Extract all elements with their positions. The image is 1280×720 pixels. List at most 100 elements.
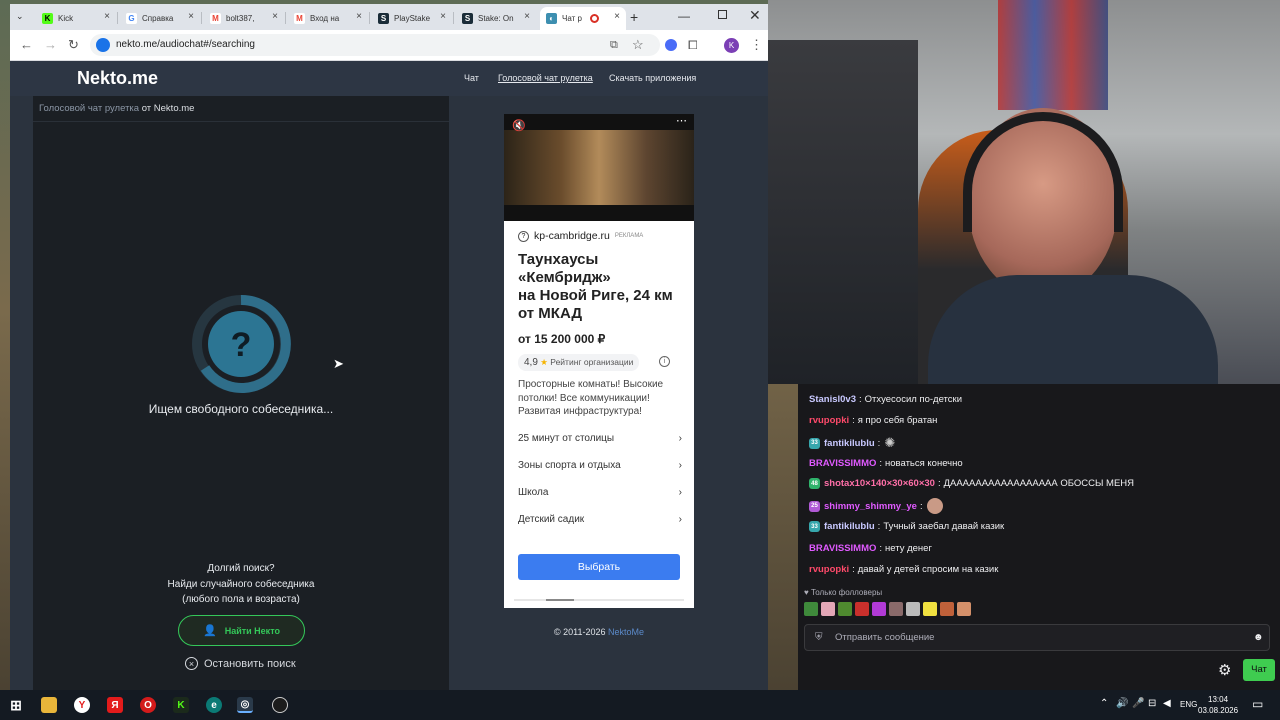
gear-icon[interactable]: ⚙ xyxy=(1218,661,1231,679)
edge-icon[interactable]: e xyxy=(206,697,222,713)
emote-icon[interactable] xyxy=(838,602,852,616)
address-bar[interactable]: nekto.me/audiochat#/searching xyxy=(90,34,660,56)
tab-search-icon[interactable]: ⌄ xyxy=(16,11,24,22)
more-icon[interactable]: ⋯ xyxy=(676,114,687,127)
chat-username[interactable]: fantikilublu xyxy=(824,438,875,449)
extensions-icon[interactable]: ⧠ xyxy=(688,37,698,53)
chat-text: Тучный заебал давай казик xyxy=(883,521,1005,532)
ad-link-row[interactable]: 25 минут от столицы › xyxy=(518,433,682,444)
emote-icon[interactable] xyxy=(889,602,903,616)
tab-nekto[interactable]: ◐ Чат р × xyxy=(540,7,626,30)
find-nekto-button[interactable]: 👤 Найти Некто xyxy=(178,615,305,646)
ad-carousel-indicator xyxy=(514,599,684,601)
close-icon[interactable]: × xyxy=(356,11,362,22)
yandex-browser-icon[interactable]: Y xyxy=(74,697,90,713)
windows-start-icon[interactable]: ⊞ xyxy=(8,697,24,713)
tab-gmail-2[interactable]: M Вход на × xyxy=(288,7,368,30)
profile-avatar[interactable]: K xyxy=(724,38,739,53)
forward-icon[interactable]: → xyxy=(44,37,57,53)
tab-playstake[interactable]: S PlayStake × xyxy=(372,7,452,30)
menu-kebab-icon[interactable]: ⋮ xyxy=(750,37,763,53)
close-icon[interactable]: × xyxy=(614,11,620,22)
sub-badge: 33 xyxy=(809,521,820,532)
notifications-icon[interactable]: ▭ xyxy=(1252,697,1263,711)
emote-icon[interactable] xyxy=(872,602,886,616)
close-icon[interactable]: × xyxy=(104,11,110,22)
close-icon[interactable]: × xyxy=(440,11,446,22)
chat-username[interactable]: BRAVISSIMMO xyxy=(809,543,876,554)
yandex-icon[interactable]: Я xyxy=(107,697,123,713)
ad-title[interactable]: Таунхаусы «Кембридж» на Новой Риге, 24 к… xyxy=(518,251,673,323)
close-icon[interactable]: × xyxy=(272,11,278,22)
ad-video[interactable]: 🔇 ⋯ xyxy=(504,114,694,221)
mute-icon[interactable]: 🔇 xyxy=(512,119,526,132)
tab-stake[interactable]: S Stake: On × xyxy=(456,7,536,30)
chat-username[interactable]: Stanisl0v3 xyxy=(809,394,856,405)
reload-icon[interactable]: ↻ xyxy=(68,37,79,53)
ad-card[interactable]: 🔇 ⋯ ? kp-cambridge.ru РЕКЛАМА Таунхаусы … xyxy=(504,114,694,608)
ad-select-button[interactable]: Выбрать xyxy=(518,554,680,580)
chat-username[interactable]: shotax10×140×30×60×30 xyxy=(824,478,935,489)
emote-icon[interactable] xyxy=(821,602,835,616)
nav-voice-chat[interactable]: Голосовой чат рулетка xyxy=(498,73,593,83)
site-logo[interactable]: Nekto.me xyxy=(77,68,158,89)
breadcrumb-suffix: от Nekto.me xyxy=(141,103,195,114)
tab-help[interactable]: G Справка × xyxy=(120,7,200,30)
new-tab-icon[interactable]: + xyxy=(630,9,638,25)
back-icon[interactable]: ← xyxy=(20,37,33,53)
maximize-icon[interactable] xyxy=(718,10,727,19)
system-clock[interactable]: 13:04 03.08.2026 xyxy=(1198,694,1238,716)
nav-download-apps[interactable]: Скачать приложения xyxy=(609,73,696,83)
streamer-shirt xyxy=(928,275,1218,384)
chevron-right-icon: › xyxy=(678,460,682,471)
copyright-link[interactable]: NektoMe xyxy=(608,627,644,637)
nav-chat[interactable]: Чат xyxy=(464,73,479,83)
chrome-icon[interactable]: ◎ xyxy=(237,697,253,713)
stop-search-button[interactable]: × Остановить поиск xyxy=(185,657,296,670)
minimize-icon[interactable]: — xyxy=(678,9,690,23)
emote-icon[interactable] xyxy=(957,602,971,616)
clothes-rack xyxy=(768,40,918,384)
ad-link-row[interactable]: Детский садик › xyxy=(518,514,682,525)
emote-icon[interactable] xyxy=(855,602,869,616)
emote-icon[interactable] xyxy=(923,602,937,616)
obs-icon[interactable] xyxy=(272,697,288,713)
chevron-up-icon[interactable]: ⌃ xyxy=(1100,698,1108,709)
ad-video-frame xyxy=(504,130,694,205)
chat-username[interactable]: fantikilublu xyxy=(824,521,875,532)
chat-username[interactable]: BRAVISSIMMO xyxy=(809,458,876,469)
chat-send-button[interactable]: Чат xyxy=(1243,659,1275,681)
chat-username[interactable]: rvupopki xyxy=(809,564,849,575)
breadcrumb-link[interactable]: Голосовой чат рулетка xyxy=(39,103,139,114)
ad-domain-row[interactable]: ? kp-cambridge.ru РЕКЛАМА xyxy=(518,230,643,242)
kick-app-icon[interactable]: K xyxy=(173,697,189,713)
bookmark-star-icon[interactable]: ☆ xyxy=(632,37,644,53)
file-explorer-icon[interactable] xyxy=(41,697,57,713)
opera-icon[interactable]: O xyxy=(140,697,156,713)
chat-input[interactable]: ⛨ Отправить сообщение ☻ xyxy=(804,624,1270,651)
tab-kick[interactable]: K Kick × xyxy=(36,7,116,30)
chat-username[interactable]: shimmy_shimmy_ye xyxy=(824,501,917,512)
add-user-icon: 👤 xyxy=(203,625,217,637)
close-icon[interactable]: × xyxy=(188,11,194,22)
microphone-icon[interactable]: 🎤 xyxy=(1132,698,1144,709)
language-indicator[interactable]: ENG xyxy=(1180,700,1197,709)
info-icon[interactable]: i xyxy=(659,356,670,367)
vpn-extension-icon[interactable] xyxy=(665,39,677,51)
emote-icon[interactable] xyxy=(906,602,920,616)
speaker-icon[interactable]: ◀ xyxy=(1163,698,1171,709)
emote-icon[interactable] xyxy=(940,602,954,616)
emote-picker-icon[interactable]: ☻ xyxy=(1253,625,1264,650)
volume-icon[interactable]: 🔊 xyxy=(1116,698,1128,709)
close-icon[interactable]: × xyxy=(524,11,530,22)
emote-icon[interactable] xyxy=(804,602,818,616)
chat-username[interactable]: rvupopki xyxy=(809,415,849,426)
install-icon[interactable]: ⧉ xyxy=(610,37,618,53)
browser-toolbar: ← → ↻ nekto.me/audiochat#/searching ⧉ ☆ … xyxy=(10,30,768,61)
site-info-icon[interactable] xyxy=(96,38,110,52)
close-window-icon[interactable]: ✕ xyxy=(749,7,761,24)
network-icon[interactable]: ⊟ xyxy=(1148,698,1156,709)
ad-link-row[interactable]: Школа › xyxy=(518,487,682,498)
tab-gmail-1[interactable]: M bolt387, × xyxy=(204,7,284,30)
ad-link-row[interactable]: Зоны спорта и отдыха › xyxy=(518,460,682,471)
